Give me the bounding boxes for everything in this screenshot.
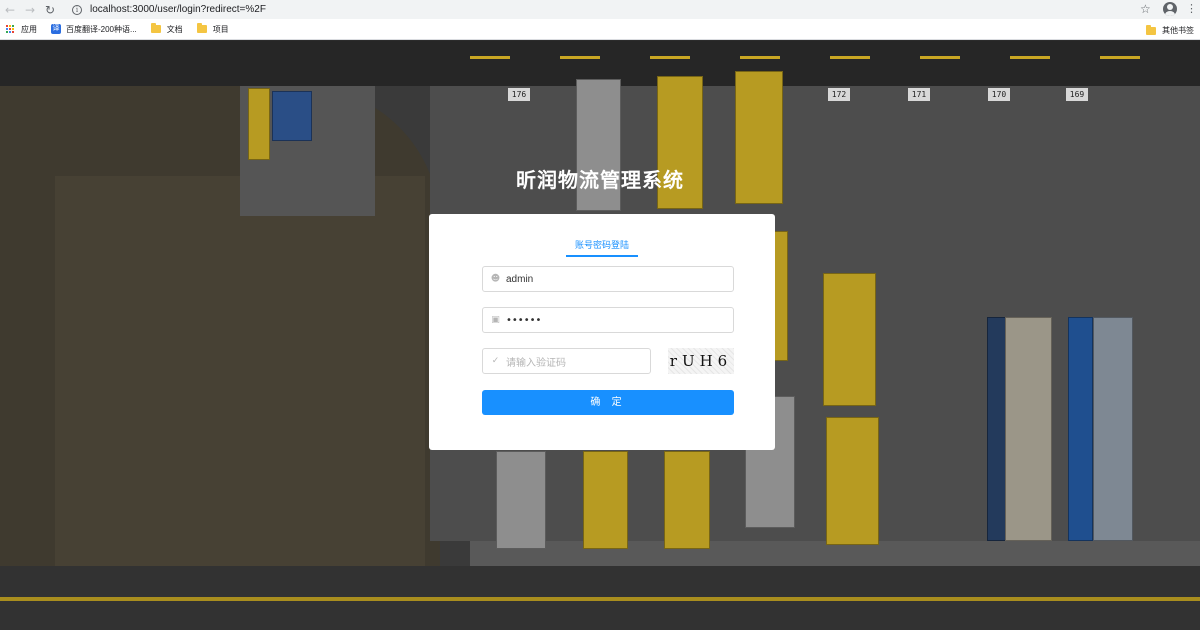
back-arrow-icon[interactable]: ← bbox=[0, 0, 20, 19]
bookmark-baidu-translate[interactable]: 译 百度翻译-200种语... bbox=[51, 24, 137, 35]
account-avatar-icon[interactable] bbox=[1163, 2, 1177, 16]
forward-arrow-icon[interactable]: → bbox=[20, 0, 40, 19]
system-title: 昕润物流管理系统 bbox=[516, 168, 684, 192]
login-page: 176 172 171 170 169 昕润物流管理系统 账号密码登陆 ☻ ad… bbox=[0, 41, 1200, 630]
url-text[interactable]: localhost:3000/user/login?redirect=%2F bbox=[90, 4, 266, 15]
confirm-button[interactable]: 确 定 bbox=[482, 390, 734, 415]
folder-icon bbox=[150, 23, 161, 33]
captcha-placeholder[interactable]: 请输入验证码 bbox=[506, 354, 566, 369]
browser-menu-icon[interactable]: ⋮ bbox=[1186, 2, 1197, 16]
password-field[interactable]: ▣ •••••• bbox=[482, 307, 734, 333]
tab-account-password-login[interactable]: 账号密码登陆 bbox=[566, 238, 638, 251]
bay-number: 176 bbox=[508, 88, 530, 101]
bookmark-label: 项目 bbox=[212, 24, 229, 34]
bookmark-label: 应用 bbox=[21, 24, 37, 34]
reload-icon[interactable]: ↻ bbox=[40, 0, 60, 19]
bookmark-label: 文档 bbox=[166, 24, 183, 34]
browser-toolbar: ← → ↻ i localhost:3000/user/login?redire… bbox=[0, 0, 1200, 19]
username-field[interactable]: ☻ admin bbox=[482, 266, 734, 292]
password-value[interactable]: •••••• bbox=[506, 315, 541, 326]
address-bar[interactable]: i localhost:3000/user/login?redirect=%2F bbox=[66, 1, 1160, 18]
folder-icon bbox=[1146, 24, 1156, 35]
bookmark-star-icon[interactable]: ☆ bbox=[1140, 2, 1151, 16]
bookmark-label: 百度翻译-200种语... bbox=[66, 24, 137, 34]
tab-active-indicator bbox=[566, 255, 638, 257]
bay-number: 169 bbox=[1066, 88, 1088, 101]
folder-icon bbox=[196, 23, 207, 33]
user-icon: ☻ bbox=[490, 273, 501, 284]
other-bookmarks[interactable]: 其他书签 bbox=[1146, 24, 1194, 36]
captcha-image[interactable]: rUH6 bbox=[668, 348, 734, 374]
lock-icon: ▣ bbox=[491, 314, 500, 325]
username-value[interactable]: admin bbox=[506, 274, 533, 285]
bay-number: 170 bbox=[988, 88, 1010, 101]
bookmark-apps[interactable]: 应用 bbox=[6, 24, 37, 35]
apps-icon bbox=[6, 24, 15, 34]
info-icon[interactable]: i bbox=[72, 4, 82, 15]
bay-number: 171 bbox=[908, 88, 930, 101]
bookmarks-bar: 应用 译 百度翻译-200种语... 文档 项目 其他书签 bbox=[0, 19, 1200, 40]
bookmark-docs[interactable]: 文档 bbox=[150, 23, 183, 35]
captcha-field[interactable]: ✓ 请输入验证码 bbox=[482, 348, 651, 374]
login-card: 账号密码登陆 ☻ admin ▣ •••••• ✓ 请输入验证码 rUH6 确 … bbox=[429, 214, 775, 450]
bookmark-projects[interactable]: 项目 bbox=[196, 23, 229, 35]
check-circle-icon: ✓ bbox=[491, 355, 500, 366]
baidu-translate-icon: 译 bbox=[51, 24, 61, 34]
bay-number: 172 bbox=[828, 88, 850, 101]
other-bookmarks-label: 其他书签 bbox=[1162, 26, 1194, 35]
